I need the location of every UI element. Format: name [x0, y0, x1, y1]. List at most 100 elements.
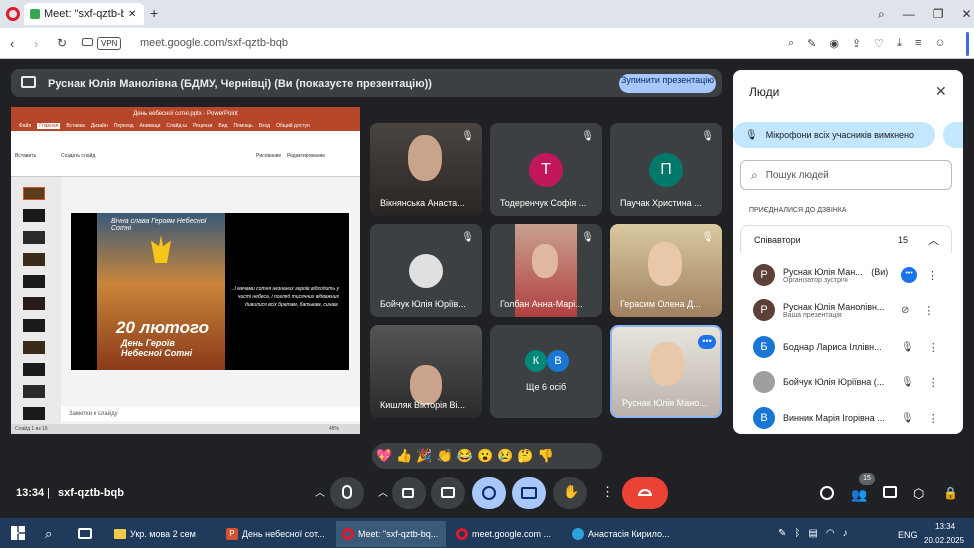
ppt-menu-item[interactable]: Вставка: [66, 123, 85, 129]
more-vert-icon[interactable]: ⋮: [928, 412, 939, 425]
slide-thumb[interactable]: [23, 297, 45, 310]
close-window-icon[interactable]: ✕: [962, 7, 972, 22]
reaction-surprised[interactable]: 😮: [477, 448, 493, 464]
taskbar-item[interactable]: P День небесної сот...: [220, 521, 330, 547]
edit-button[interactable]: Редактирование: [287, 153, 325, 159]
reload-icon[interactable]: ↻: [57, 36, 67, 50]
slide-thumb[interactable]: [23, 363, 45, 376]
slide-thumb[interactable]: [23, 231, 45, 244]
present-button[interactable]: [512, 477, 546, 509]
wifi-icon[interactable]: ◠: [826, 528, 835, 539]
clock-date[interactable]: 20.02.2025: [924, 536, 964, 545]
draw-button[interactable]: Рисование: [256, 153, 281, 159]
slide-thumb[interactable]: [23, 275, 45, 288]
more-vert-icon[interactable]: ⋮: [928, 341, 939, 354]
ppt-menu-item[interactable]: Файл: [19, 123, 31, 129]
new-slide-button[interactable]: Создать слайд: [61, 153, 95, 159]
clock-time[interactable]: 13:34: [935, 522, 955, 531]
ppt-menu-item[interactable]: Общий доступ: [276, 123, 310, 129]
person-row[interactable]: Б Боднар Лариса Іллівн... 🎙 ⋮: [733, 329, 963, 365]
activities-icon[interactable]: ⬡: [913, 486, 924, 502]
browser-tab-meet[interactable]: Meet: "sxf-qztb-bq ✕: [24, 3, 144, 25]
participant-tile[interactable]: Т 🎙 Тодеренчук Софія ...: [490, 123, 602, 216]
leave-call-button[interactable]: [622, 477, 668, 509]
ppt-menu-item[interactable]: Анимаци: [140, 123, 161, 129]
reaction-thumbs-up[interactable]: 👍: [396, 448, 412, 464]
network-icon[interactable]: ▤: [808, 528, 817, 539]
ppt-menu-item[interactable]: Помощь: [233, 123, 252, 129]
mic-options-chevron-icon[interactable]: ︿: [315, 484, 325, 499]
participant-tile[interactable]: П 🎙 Паучак Христина ...: [610, 123, 722, 216]
stop-presenting-button[interactable]: Зупинити презентацію: [619, 74, 716, 93]
opera-logo-icon[interactable]: [6, 7, 20, 21]
more-options-icon[interactable]: •••: [698, 335, 716, 349]
bluetooth-icon[interactable]: ᛒ: [794, 528, 800, 539]
slide-thumb[interactable]: [23, 209, 45, 222]
slide-thumb[interactable]: [23, 407, 45, 420]
taskbar-item[interactable]: Анастасія Кирило...: [566, 521, 676, 547]
slide-notes[interactable]: Заметки к слайду: [61, 407, 360, 421]
url-text[interactable]: meet.google.com/sxf-qztb-bqb: [140, 37, 288, 49]
edit-icon[interactable]: ✎: [807, 37, 816, 50]
ppt-menu-item[interactable]: Рецензи: [193, 123, 212, 129]
ppt-menu-item[interactable]: Переход: [114, 123, 134, 129]
paste-button[interactable]: Вставить: [15, 153, 36, 159]
more-options-button[interactable]: ⋮: [592, 477, 616, 509]
camera-icon[interactable]: [82, 38, 93, 46]
reaction-party[interactable]: 🎉: [416, 448, 432, 464]
vpn-badge[interactable]: VPN: [97, 37, 122, 50]
slide-thumb[interactable]: [23, 341, 45, 354]
reaction-laugh[interactable]: 😂: [457, 448, 473, 464]
close-tab-icon[interactable]: ✕: [128, 9, 136, 20]
participant-tile[interactable]: 🎙 Вікнянська Анаста...: [370, 123, 482, 216]
more-participants-tile[interactable]: К В Ще 6 осіб: [490, 325, 602, 418]
person-row[interactable]: Р Руснак Юлія Ман... (Ви) Організатор зу…: [733, 257, 963, 293]
taskbar-item[interactable]: Укр. мова 2 сем: [108, 521, 216, 547]
heart-icon[interactable]: ♡: [874, 37, 884, 50]
volume-icon[interactable]: ♪: [843, 528, 848, 539]
chevron-up-icon[interactable]: ︿: [928, 232, 939, 248]
slide-thumb[interactable]: [23, 187, 45, 200]
download-icon[interactable]: ⤓: [897, 37, 902, 50]
camera-options-chevron-icon[interactable]: ︿: [378, 484, 388, 499]
language-indicator[interactable]: ENG: [898, 530, 918, 540]
close-panel-icon[interactable]: ✕: [935, 83, 947, 100]
info-icon[interactable]: [820, 486, 834, 500]
participant-tile[interactable]: 🎙 Бойчук Юлія Юріїв...: [370, 224, 482, 317]
zoom-icon[interactable]: ⌕: [788, 37, 794, 50]
person-row[interactable]: Р Руснак Юлія Манолівн... Ваша презентац…: [733, 292, 963, 328]
ppt-menu-item[interactable]: Слайд-ш: [166, 123, 187, 129]
search-icon[interactable]: ⌕: [45, 526, 52, 542]
taskbar-item[interactable]: meet.google.com ...: [450, 521, 560, 547]
host-controls-icon[interactable]: 🔒: [943, 486, 958, 500]
more-vert-icon[interactable]: ⋮: [923, 304, 934, 317]
add-people-button[interactable]: [943, 122, 963, 148]
reaction-sad[interactable]: 😢: [497, 448, 513, 464]
camera-button[interactable]: [392, 477, 426, 509]
captions-button[interactable]: [431, 477, 465, 509]
ppt-menu-item[interactable]: Главная: [37, 123, 61, 129]
slide-thumb[interactable]: [23, 385, 45, 398]
search-field[interactable]: ⌕ Пошук людей: [740, 160, 952, 190]
emoji-button[interactable]: [472, 477, 506, 509]
new-tab-button[interactable]: +: [150, 5, 158, 21]
self-tile[interactable]: ••• Руснак Юлія Мано...: [610, 325, 722, 418]
zoom-level[interactable]: 45%: [329, 426, 339, 432]
ppt-menu-item[interactable]: Вид: [218, 123, 227, 129]
reaction-clap[interactable]: 👏: [437, 448, 453, 464]
slide-thumb[interactable]: [23, 319, 45, 332]
person-row[interactable]: Бойчук Юлія Юріївна (... 🎙 ⋮: [733, 364, 963, 400]
people-icon[interactable]: 👥: [851, 487, 867, 503]
participant-tile[interactable]: 🎙 Голбан Анна-Марі...: [490, 224, 602, 317]
reaction-heart[interactable]: 💖: [376, 448, 392, 464]
reaction-thinking[interactable]: 🤔: [517, 448, 533, 464]
search-tabs-icon[interactable]: ⌕: [878, 7, 885, 22]
task-view-icon[interactable]: [78, 528, 92, 539]
more-vert-icon[interactable]: ⋮: [927, 269, 938, 282]
back-icon[interactable]: ‹: [10, 36, 14, 51]
raise-hand-button[interactable]: ✋: [553, 477, 587, 509]
participant-tile[interactable]: Кишляк Вікторія Ві...: [370, 325, 482, 418]
forward-icon[interactable]: ›: [34, 36, 38, 51]
menu-icon[interactable]: ≡: [915, 37, 921, 50]
reaction-thumbs-down[interactable]: 👎: [538, 448, 554, 464]
